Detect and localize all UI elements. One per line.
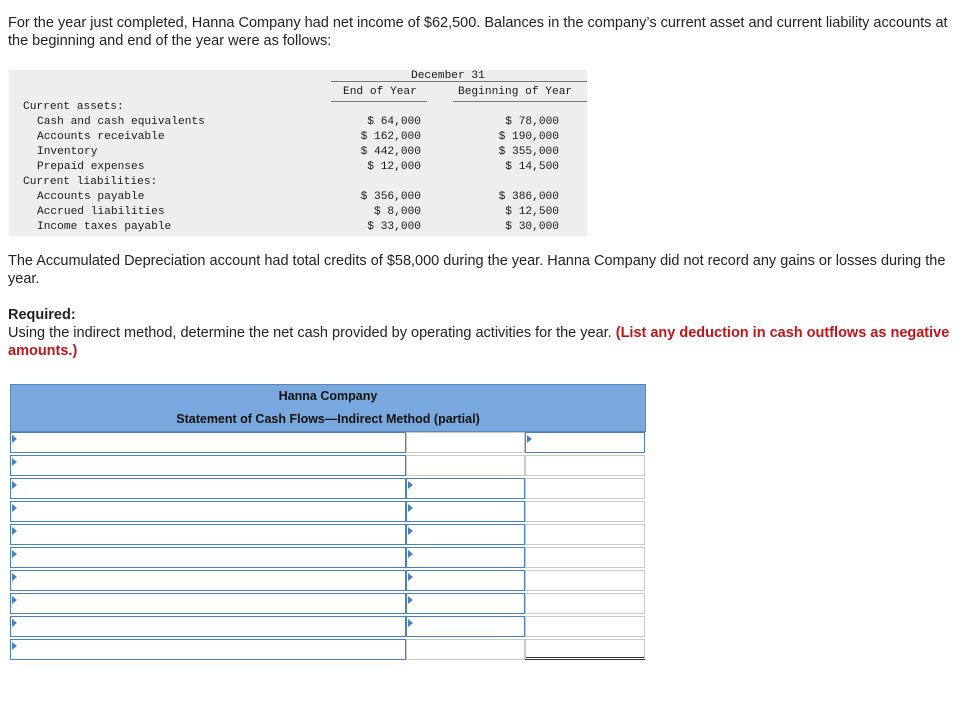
dropdown-arrow-icon (12, 596, 17, 604)
dropdown-arrow-icon (12, 550, 17, 558)
total-input[interactable] (525, 616, 645, 637)
amount-input[interactable] (406, 639, 525, 660)
dropdown-arrow-icon (12, 504, 17, 512)
statement-title: Statement of Cash Flows—Indirect Method … (176, 412, 480, 426)
statement-row (10, 547, 646, 570)
balance-end-value: $ 33,000 (367, 221, 421, 233)
current-liabilities-label: Current liabilities: (23, 176, 158, 188)
total-input[interactable] (525, 524, 645, 545)
amount-input[interactable] (406, 501, 525, 522)
balance-end-value: $ 356,000 (360, 191, 421, 203)
balance-begin-value: $ 14,500 (505, 161, 559, 173)
amount-input[interactable] (406, 616, 525, 637)
balance-begin-value: $ 355,000 (498, 146, 559, 158)
statement-row (10, 639, 646, 662)
balance-begin-value: $ 12,500 (505, 206, 559, 218)
description-input[interactable] (10, 593, 406, 614)
balance-end-value: $ 442,000 (360, 146, 421, 158)
balance-begin-value: $ 190,000 (498, 131, 559, 143)
statement-header: Hanna Company Statement of Cash Flows—In… (10, 384, 646, 432)
balance-label: Accrued liabilities (37, 206, 165, 218)
amount-input[interactable] (406, 432, 525, 453)
amount-input[interactable] (406, 524, 525, 545)
current-assets-label: Current assets: (23, 101, 124, 113)
balance-end-value: $ 8,000 (374, 206, 421, 218)
statement-row (10, 570, 646, 593)
statement-row (10, 524, 646, 547)
total-input[interactable] (525, 478, 645, 499)
dropdown-arrow-icon (408, 619, 413, 627)
dropdown-arrow-icon (12, 642, 17, 650)
dropdown-arrow-icon (408, 573, 413, 581)
total-input[interactable] (525, 639, 645, 660)
dropdown-arrow-icon (12, 573, 17, 581)
header-underline-begin (453, 101, 587, 102)
balance-label: Inventory (37, 146, 98, 158)
total-input[interactable] (525, 593, 645, 614)
end-of-year-header: End of Year (343, 86, 417, 98)
balance-end-value: $ 12,000 (367, 161, 421, 173)
balance-end-value: $ 64,000 (367, 116, 421, 128)
dropdown-arrow-icon (408, 596, 413, 604)
company-name: Hanna Company (278, 389, 378, 403)
balance-label: Accounts payable (37, 191, 145, 203)
dropdown-arrow-icon (12, 527, 17, 535)
dropdown-arrow-icon (408, 481, 413, 489)
required-text: Using the indirect method, determine the… (8, 325, 612, 341)
statement-row (10, 501, 646, 524)
dropdown-arrow-icon (408, 504, 413, 512)
statement-row (10, 616, 646, 639)
amount-input[interactable] (406, 455, 525, 476)
balance-end-value: $ 162,000 (360, 131, 421, 143)
description-input[interactable] (10, 547, 406, 568)
header-underline-end (331, 101, 427, 102)
total-input[interactable] (525, 432, 645, 453)
dropdown-arrow-icon (12, 619, 17, 627)
balance-label: Cash and cash equivalents (37, 116, 205, 128)
dropdown-arrow-icon (408, 550, 413, 558)
dropdown-arrow-icon (408, 527, 413, 535)
balance-label: Prepaid expenses (37, 161, 145, 173)
required-instructions: Using the indirect method, determine the… (8, 324, 958, 360)
december-header: December 31 (411, 70, 485, 82)
intro-paragraph: For the year just completed, Hanna Compa… (8, 15, 948, 49)
statement-row (10, 478, 646, 501)
dropdown-arrow-icon (12, 481, 17, 489)
balance-begin-value: $ 78,000 (505, 116, 559, 128)
amount-input[interactable] (406, 570, 525, 591)
statement-row (10, 455, 646, 478)
total-input[interactable] (525, 501, 645, 522)
description-input[interactable] (10, 501, 406, 522)
balance-begin-value: $ 30,000 (505, 221, 559, 233)
dropdown-arrow-icon (12, 435, 17, 443)
balance-label: Accounts receivable (37, 131, 165, 143)
balance-begin-value: $ 386,000 (498, 191, 559, 203)
description-input[interactable] (10, 478, 406, 499)
beginning-of-year-header: Beginning of Year (458, 86, 573, 98)
cash-flow-statement: Hanna Company Statement of Cash Flows—In… (10, 384, 646, 662)
description-input[interactable] (10, 524, 406, 545)
description-input[interactable] (10, 455, 406, 476)
amount-input[interactable] (406, 478, 525, 499)
dropdown-arrow-icon (527, 435, 532, 443)
required-label: Required: (8, 307, 76, 323)
balance-label: Income taxes payable (37, 221, 172, 233)
description-input[interactable] (10, 639, 406, 660)
depreciation-paragraph: The Accumulated Depreciation account had… (8, 253, 946, 287)
dropdown-arrow-icon (12, 458, 17, 466)
description-input[interactable] (10, 616, 406, 637)
total-input[interactable] (525, 455, 645, 476)
amount-input[interactable] (406, 547, 525, 568)
amount-input[interactable] (406, 593, 525, 614)
total-input[interactable] (525, 570, 645, 591)
statement-row (10, 432, 646, 455)
description-input[interactable] (10, 570, 406, 591)
total-input[interactable] (525, 547, 645, 568)
description-input[interactable] (10, 432, 406, 453)
balances-table: December 31 End of Year Beginning of Yea… (9, 70, 587, 236)
statement-row (10, 593, 646, 616)
